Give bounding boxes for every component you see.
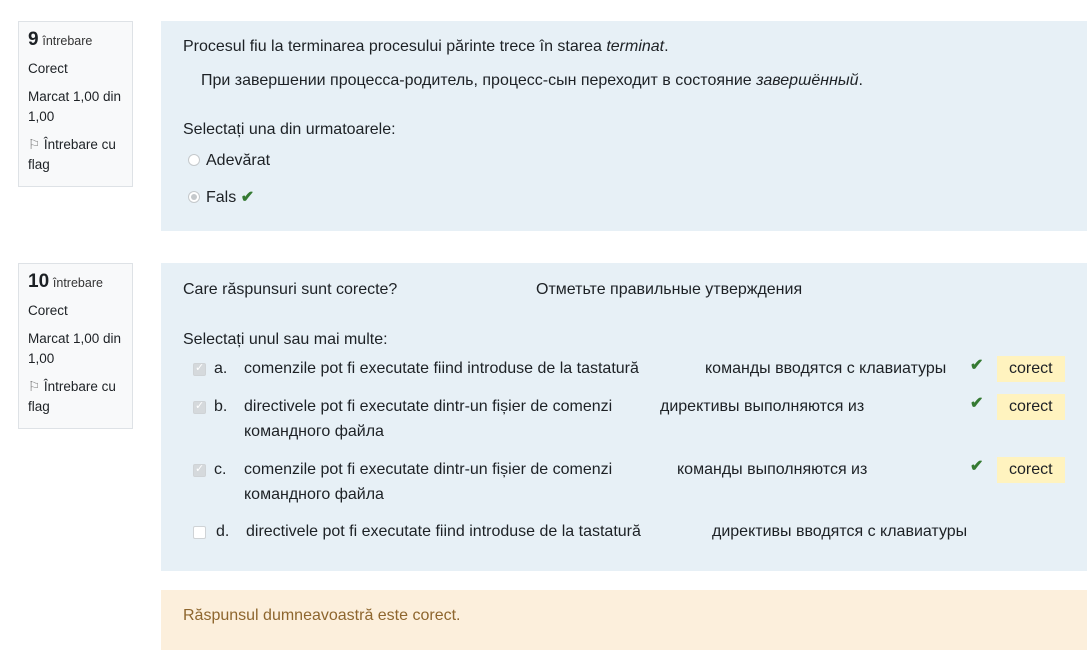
flag-label: Întrebare cu flag bbox=[28, 137, 116, 172]
option-b[interactable]: b. directivele pot fi executate dintr-un… bbox=[193, 394, 1073, 448]
question-status: Corect bbox=[28, 61, 68, 76]
option-translation: команды вводятся с клавиатуры bbox=[705, 360, 947, 377]
flag-icon: ⚐ bbox=[28, 137, 41, 152]
flag-question-button[interactable]: ⚐ Întrebare cu flag bbox=[28, 135, 123, 175]
option-c[interactable]: c. comenzile pot fi executate dintr-un f… bbox=[193, 457, 1073, 511]
radio-button[interactable] bbox=[188, 191, 200, 203]
question-10-content: Care răspunsuri sunt corecte? Отметьте п… bbox=[161, 263, 1087, 571]
check-icon: ✔ bbox=[970, 458, 984, 475]
option-text: directivele pot fi executate fiind intro… bbox=[246, 523, 641, 540]
question-text: Care răspunsuri sunt corecte? bbox=[183, 281, 398, 298]
option-translation-cont: командного файла bbox=[244, 423, 384, 440]
question-9-content: Procesul fiu la terminarea procesului pă… bbox=[161, 21, 1087, 231]
question-mark: Marcat 1,00 din 1,00 bbox=[28, 331, 122, 366]
option-letter: a. bbox=[214, 360, 228, 377]
check-icon: ✔ bbox=[970, 395, 984, 412]
flag-icon: ⚐ bbox=[28, 379, 41, 394]
check-icon: ✔ bbox=[970, 357, 984, 374]
option-translation: команды выполняются из bbox=[677, 461, 868, 478]
option-letter: c. bbox=[214, 461, 227, 478]
option-translation: директивы выполняются из bbox=[660, 398, 865, 415]
question-label: întrebare bbox=[52, 276, 103, 290]
option-letter: d. bbox=[216, 523, 230, 540]
option-text: comenzile pot fi executate dintr-un fiși… bbox=[244, 461, 613, 478]
question-translation: При завершении процесса-родитель, процес… bbox=[201, 72, 863, 89]
option-translation-cont: командного файла bbox=[244, 486, 384, 503]
option-label: Adevărat bbox=[206, 152, 271, 169]
question-status: Corect bbox=[28, 303, 68, 318]
option-false[interactable]: Fals ✔ bbox=[188, 187, 254, 207]
feedback-text: Răspunsul dumneavoastră este corect. bbox=[183, 607, 461, 624]
option-text: comenzile pot fi executate fiind introdu… bbox=[244, 360, 639, 377]
option-translation: директивы вводятся с клавиатуры bbox=[712, 523, 968, 540]
question-translation: Отметьте правильные утверждения bbox=[536, 281, 803, 298]
option-label: Fals bbox=[206, 189, 237, 206]
question-label: întrebare bbox=[42, 34, 93, 48]
flag-label: Întrebare cu flag bbox=[28, 379, 116, 414]
option-text: directivele pot fi executate dintr-un fi… bbox=[244, 398, 613, 415]
question-mark: Marcat 1,00 din 1,00 bbox=[28, 89, 122, 124]
question-9-info: 9 întrebare Corect Marcat 1,00 din 1,00 … bbox=[18, 21, 133, 187]
check-icon: ✔ bbox=[240, 189, 255, 206]
question-text: Procesul fiu la terminarea procesului pă… bbox=[183, 38, 669, 55]
answer-prompt: Selectați unul sau mai multe: bbox=[183, 331, 388, 348]
checkbox[interactable] bbox=[193, 462, 206, 477]
correct-badge: corect bbox=[997, 356, 1065, 382]
option-d[interactable]: d. directivele pot fi executate fiind in… bbox=[193, 523, 1073, 551]
option-letter: b. bbox=[214, 398, 228, 415]
answer-prompt: Selectați una din urmatoarele: bbox=[183, 121, 396, 138]
correct-badge: corect bbox=[997, 394, 1065, 420]
correct-badge: corect bbox=[997, 457, 1065, 483]
radio-button[interactable] bbox=[188, 154, 200, 166]
option-true[interactable]: Adevărat bbox=[188, 152, 270, 170]
feedback-box: Răspunsul dumneavoastră este corect. bbox=[161, 590, 1087, 650]
checkbox[interactable] bbox=[193, 399, 206, 414]
question-number: 9 bbox=[28, 29, 39, 50]
question-10-info: 10 întrebare Corect Marcat 1,00 din 1,00… bbox=[18, 263, 133, 429]
checkbox[interactable] bbox=[193, 526, 206, 539]
checkbox[interactable] bbox=[193, 361, 206, 376]
option-a[interactable]: a. comenzile pot fi executate fiind intr… bbox=[193, 356, 1073, 388]
flag-question-button[interactable]: ⚐ Întrebare cu flag bbox=[28, 377, 123, 417]
question-number: 10 bbox=[28, 271, 50, 292]
